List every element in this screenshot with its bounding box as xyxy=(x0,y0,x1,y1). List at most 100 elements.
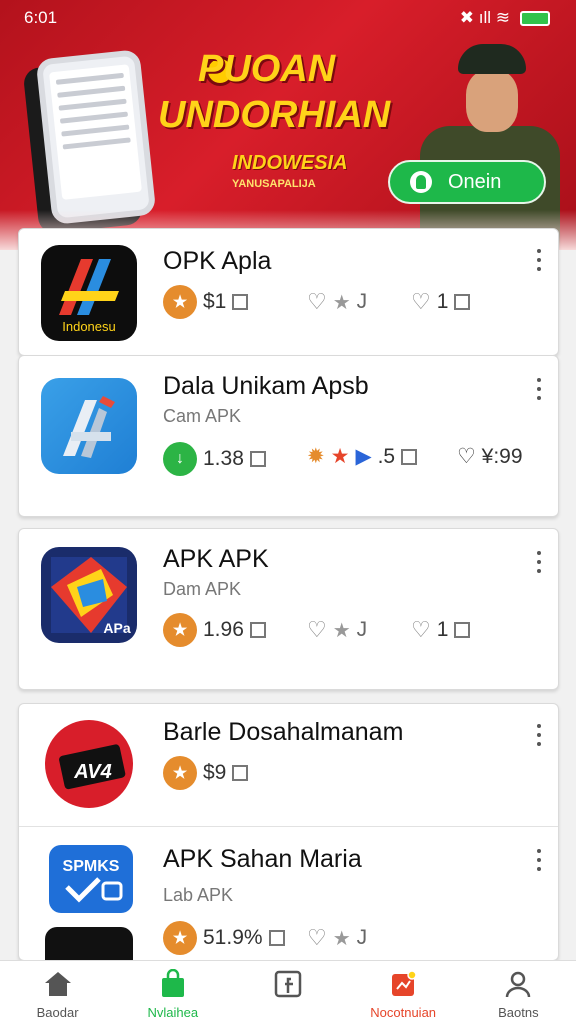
nav-item-store[interactable]: Nvlaihea xyxy=(118,961,228,1024)
profile-icon xyxy=(506,971,531,998)
heart-icon: ♡ xyxy=(307,617,327,642)
home-icon xyxy=(44,972,71,996)
bottom-nav: Baodar Nvlaihea Nocotnuian Baotns xyxy=(0,960,576,1024)
check-app-icon: SPMKS xyxy=(49,845,133,913)
count-stat: ♡ 1 xyxy=(411,289,471,315)
stat-text: ♡ ¥:99 xyxy=(457,445,523,468)
stat-text: 1.38 xyxy=(203,447,244,470)
app-name: Dala Unikam Apsb xyxy=(163,372,369,400)
nav-label: Baodar xyxy=(36,1005,79,1020)
battery-icon xyxy=(520,10,550,26)
app-developer: Cam APK xyxy=(163,406,242,426)
box-icon xyxy=(454,622,471,638)
star-icon: ★ xyxy=(332,619,351,642)
box-icon xyxy=(454,294,471,310)
status-time: 6:01 xyxy=(24,8,58,27)
stat-text: $9 xyxy=(203,761,227,784)
nav-item-notifications[interactable]: Nocotnuian xyxy=(348,961,458,1024)
heart-icon: ♡ xyxy=(411,617,431,642)
app-card[interactable]: APa APK APK Dam APK ★ 1.96 ♡ ★ J ♡ 1 xyxy=(18,528,559,690)
star-badge-icon: ★ xyxy=(163,756,197,790)
nav-label: Nvlaihea xyxy=(147,1005,199,1020)
app-name: Barle Dosahalmanam xyxy=(163,718,404,746)
stat-text: $1 xyxy=(203,290,227,313)
box-icon xyxy=(232,765,249,781)
star-icon: ★ xyxy=(330,445,350,468)
icon-label: APa xyxy=(103,620,130,636)
more-icon[interactable] xyxy=(536,849,542,871)
banner-title-line2: UNDORHIAN xyxy=(158,94,391,136)
app-card[interactable]: AV4 Barle Dosahalmanam ★ $9 SPMKS APK Sa… xyxy=(18,703,559,967)
star-icon: ★ xyxy=(332,291,351,314)
banner-tagline: YANUSAPALIJA xyxy=(232,178,316,190)
stat-text: 1.96 xyxy=(203,618,244,641)
status-icons: ✖ ıll ≋ xyxy=(460,8,550,28)
icon-label: Indonesu xyxy=(62,319,116,334)
app-developer: Lab APK xyxy=(163,885,234,905)
phone-illustration xyxy=(35,49,157,225)
promo-banner[interactable]: 6:01 ✖ ıll ≋ PUOAN UNDORHIAN INDOWESIA Y… xyxy=(0,0,576,250)
box-icon xyxy=(249,451,266,467)
more-icon[interactable] xyxy=(536,378,542,400)
list-item[interactable]: Dala Unikam Apsb Cam APK ↓ 1.38 ✹ ★ ▶ .5… xyxy=(19,356,558,518)
like-stat: ♡ ★ J xyxy=(307,617,368,642)
nav-item-home[interactable]: Baodar xyxy=(3,961,113,1024)
banner-title: PUOAN UNDORHIAN xyxy=(158,46,428,138)
online-button[interactable]: Onein xyxy=(388,160,546,204)
count-stat: ♡ 1 xyxy=(411,617,471,643)
nav-label: Nocotnuian xyxy=(370,1005,437,1020)
gear-icon: ✹ xyxy=(307,445,325,468)
play-icon: ▶ xyxy=(355,445,372,468)
rating-stat: ★ $1 xyxy=(163,285,249,319)
heart-icon: ♡ xyxy=(411,289,431,314)
icon-label: SPMKS xyxy=(63,858,120,875)
rating-stat: ✹ ★ ▶ .5 xyxy=(307,444,418,469)
icon-label: AV4 xyxy=(73,761,111,783)
stream-app-icon: AV4 xyxy=(41,716,137,812)
more-icon[interactable] xyxy=(536,724,542,746)
heart-icon: ♡ xyxy=(307,925,327,950)
signal-icon: ✖ ıll ≋ xyxy=(459,8,510,27)
ndonesia-app-icon: Indonesu xyxy=(41,245,137,341)
like-stat: ♡ ★ J xyxy=(307,289,368,314)
app-card[interactable]: Dala Unikam Apsb Cam APK ↓ 1.38 ✹ ★ ▶ .5… xyxy=(18,355,559,517)
more-icon[interactable] xyxy=(536,551,542,573)
star-icon: ★ xyxy=(332,927,351,950)
like-stat: ♡ ¥:99 xyxy=(457,444,523,469)
list-item[interactable]: Indonesu OPK Apla ★ $1 ♡ ★ J ♡ 1 xyxy=(19,229,558,357)
apk-app-icon: APa xyxy=(41,547,137,643)
app-name: OPK Apla xyxy=(163,247,272,275)
star-badge-icon: ★ xyxy=(163,921,197,955)
nav-item-profile[interactable]: Baotns xyxy=(463,961,573,1024)
app-name: APK Sahan Maria xyxy=(163,845,362,873)
download-stat: ↓ 1.38 xyxy=(163,442,266,476)
nav-label: Baotns xyxy=(498,1005,539,1020)
status-bar: 6:01 ✖ ıll ≋ xyxy=(24,8,550,28)
more-icon[interactable] xyxy=(536,249,542,271)
heart-icon: ♡ xyxy=(307,289,327,314)
box-icon xyxy=(268,930,285,946)
notification-icon xyxy=(392,970,417,996)
app-developer: Dam APK xyxy=(163,579,242,599)
online-button-label: Onein xyxy=(448,170,502,193)
rating-stat: ★ $9 xyxy=(163,756,249,790)
app-card[interactable]: Indonesu OPK Apla ★ $1 ♡ ★ J ♡ 1 xyxy=(18,228,559,356)
officer-illustration xyxy=(400,36,560,250)
store-icon xyxy=(161,969,184,997)
star-badge-icon: ★ xyxy=(163,285,197,319)
list-item[interactable]: SPMKS APK Sahan Maria Lab APK ★ 51.9% ♡ … xyxy=(19,826,558,967)
design-app-icon xyxy=(41,378,137,474)
download-badge-icon: ↓ xyxy=(163,442,197,476)
nav-item-social[interactable] xyxy=(233,961,343,1024)
banner-subtitle: INDOWESIA xyxy=(232,152,348,174)
facebook-icon xyxy=(274,970,302,998)
banner-title-line1: PUOAN xyxy=(198,48,336,90)
box-icon xyxy=(232,294,249,310)
star-badge-icon: ★ xyxy=(163,613,197,647)
list-item[interactable]: AV4 Barle Dosahalmanam ★ $9 xyxy=(19,704,558,826)
list-item[interactable]: APa APK APK Dam APK ★ 1.96 ♡ ★ J ♡ 1 xyxy=(19,529,558,691)
rating-stat: ★ 1.96 xyxy=(163,613,266,647)
box-icon xyxy=(249,622,266,638)
stat-text: .5 xyxy=(377,444,396,468)
stat-text: 51.9% xyxy=(203,926,263,949)
